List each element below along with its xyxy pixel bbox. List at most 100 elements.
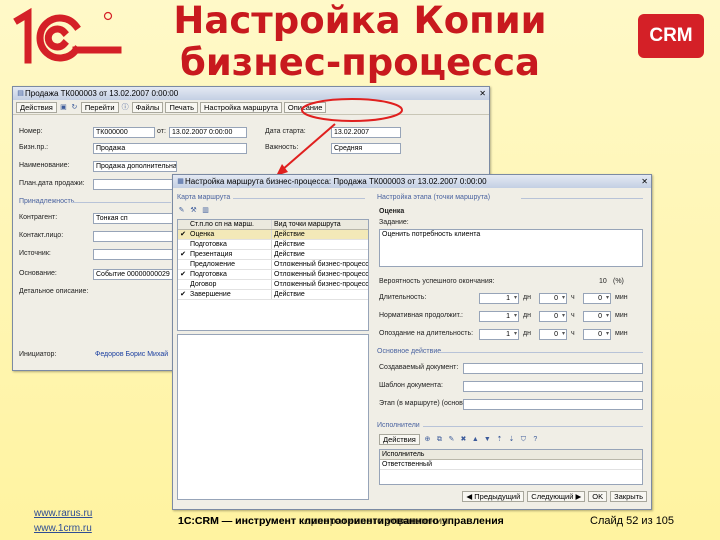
footer-link-rarus[interactable]: www.rarus.ru — [34, 508, 92, 519]
column-header-kind[interactable]: Вид точки маршрута — [272, 220, 368, 229]
filter-icon[interactable]: ⛉ — [519, 435, 528, 444]
plan-date-field[interactable] — [93, 179, 173, 190]
info-icon[interactable]: ⓘ — [121, 103, 130, 112]
divider — [521, 198, 643, 199]
contractor-label: Контрагент: — [19, 214, 58, 221]
column-header-executor[interactable]: Исполнитель — [380, 450, 424, 459]
row-checkbox[interactable] — [178, 260, 188, 269]
close-icon[interactable]: ✕ — [641, 177, 648, 186]
point-name: Оценка — [379, 208, 405, 215]
probability-value[interactable]: 10 — [599, 278, 607, 285]
process-field[interactable]: Продажа — [93, 143, 247, 154]
template-field[interactable] — [463, 381, 643, 392]
duration-hours-input[interactable]: 0 — [539, 293, 567, 304]
duration-days-input[interactable]: 1 — [479, 293, 519, 304]
sort-desc-icon[interactable]: ⇣ — [507, 435, 516, 444]
importance-field[interactable]: Средняя — [331, 143, 401, 154]
route-settings-button[interactable]: Настройка маршрута — [200, 101, 282, 113]
delay-days-input[interactable]: 1 — [479, 329, 519, 340]
copy-icon[interactable]: ⧉ — [435, 435, 444, 444]
initiator-label: Инициатор: — [19, 351, 57, 358]
source-label: Источник: — [19, 250, 51, 257]
minutes-unit: мин — [615, 312, 628, 319]
created-document-label: Создаваемый документ: — [379, 364, 459, 371]
edit-icon[interactable]: ✎ — [447, 435, 456, 444]
normative-hours-input[interactable]: 0 — [539, 311, 567, 322]
hours-unit: ч — [571, 294, 575, 301]
slide-title: Настройка Копии бизнес-процесса — [160, 0, 560, 84]
close-button[interactable]: Закрыть — [610, 491, 647, 502]
ok-button[interactable]: OK — [588, 491, 608, 502]
help-icon[interactable]: ? — [531, 435, 540, 444]
document-icon: ▤ — [17, 90, 24, 97]
description-button[interactable]: Описание — [283, 101, 327, 113]
table-row[interactable]: ✔ Завершение Действие — [178, 290, 368, 300]
close-icon[interactable]: ✕ — [479, 89, 486, 98]
minutes-unit: мин — [615, 294, 628, 301]
row-checkbox[interactable]: ✔ — [178, 230, 188, 239]
route-map-section: Карта маршрута — [177, 194, 231, 201]
print-button[interactable]: Печать — [165, 101, 199, 113]
created-document-field[interactable] — [463, 363, 643, 374]
initiator-link[interactable]: Федоров Борис Михай — [93, 350, 173, 361]
table-row[interactable]: ✔ Оценка Действие — [178, 230, 368, 240]
name-field[interactable]: Продажа дополнительная — [93, 161, 177, 172]
source-field[interactable] — [93, 249, 173, 260]
table-row[interactable]: Договор Отложенный бизнес-процесс — [178, 280, 368, 290]
route-map-canvas[interactable] — [177, 334, 369, 500]
table-row[interactable]: ✔ Презентация Действие — [178, 250, 368, 260]
goto-button[interactable]: Перейти — [80, 101, 119, 113]
delete-icon[interactable]: ✖ — [459, 435, 468, 444]
sort-asc-icon[interactable]: ⇡ — [495, 435, 504, 444]
hours-unit: ч — [571, 330, 575, 337]
up-icon[interactable]: ▲ — [471, 435, 480, 444]
row-checkbox[interactable]: ✔ — [178, 250, 188, 259]
previous-button[interactable]: ◀ Предыдущий — [462, 491, 525, 502]
days-unit: дн — [523, 330, 531, 337]
next-button[interactable]: Следующий ▶ — [527, 491, 586, 502]
route-window-title: Настройка маршрута бизнес-процесса: Прод… — [185, 177, 487, 186]
route-map-toolbar: ✎ ⚒ ▥ — [177, 206, 210, 215]
column-header-point[interactable]: Ст.п.по сп на марш. — [188, 220, 272, 229]
chart-icon[interactable]: ▥ — [201, 206, 210, 215]
refresh-icon[interactable]: ↻ — [70, 103, 79, 112]
table-row[interactable]: Подготовка Действие — [178, 240, 368, 250]
ownership-section: Принадлежность — [19, 198, 75, 205]
row-checkbox[interactable]: ✔ — [178, 290, 188, 299]
contact-field[interactable] — [93, 231, 173, 242]
step-field[interactable] — [463, 399, 643, 410]
delay-hours-input[interactable]: 0 — [539, 329, 567, 340]
executors-table: Исполнитель Ответственный — [379, 449, 643, 485]
task-textarea[interactable]: Оценить потребность клиента — [379, 229, 643, 267]
executors-actions-button[interactable]: Действия — [379, 434, 420, 445]
normative-days-input[interactable]: 1 — [479, 311, 519, 322]
basis-field[interactable]: Событие 00000000029 — [93, 269, 173, 280]
days-unit: дн — [523, 312, 531, 319]
duration-minutes-input[interactable]: 0 — [583, 293, 611, 304]
table-row[interactable]: ✔ Подготовка Отложенный бизнес-процесс — [178, 270, 368, 280]
contractor-field[interactable]: Тонкая сп — [93, 213, 173, 224]
probability-unit: (%) — [613, 278, 624, 285]
detailed-description-label: Детальное описание: — [19, 288, 89, 295]
row-checkbox[interactable]: ✔ — [178, 270, 188, 279]
table-row[interactable]: Ответственный — [380, 460, 642, 470]
tools-icon[interactable]: ⚒ — [189, 206, 198, 215]
down-icon[interactable]: ▼ — [483, 435, 492, 444]
files-button[interactable]: Файлы — [131, 101, 164, 113]
actions-menu-button[interactable]: Действия — [16, 101, 57, 113]
row-checkbox[interactable] — [178, 280, 188, 289]
add-icon[interactable]: ⊕ — [423, 435, 432, 444]
from-field[interactable]: 13.02.2007 0:00:00 — [169, 127, 247, 138]
save-icon[interactable]: ▣ — [59, 103, 68, 112]
row-checkbox[interactable] — [178, 240, 188, 249]
normative-minutes-input[interactable]: 0 — [583, 311, 611, 322]
contact-label: Контакт.лицо: — [19, 232, 64, 239]
hours-unit: ч — [571, 312, 575, 319]
delay-minutes-input[interactable]: 0 — [583, 329, 611, 340]
table-row[interactable]: Предложение Отложенный бизнес-процесс — [178, 260, 368, 270]
edit-icon[interactable]: ✎ — [177, 206, 186, 215]
footer-link-1crm[interactable]: www.1crm.ru — [34, 523, 92, 534]
start-date-field[interactable]: 13.02.2007 — [331, 127, 401, 138]
number-field[interactable]: ТК000000 — [93, 127, 155, 138]
dialog-buttons: ◀ Предыдущий Следующий ▶ OK Закрыть — [462, 491, 647, 502]
